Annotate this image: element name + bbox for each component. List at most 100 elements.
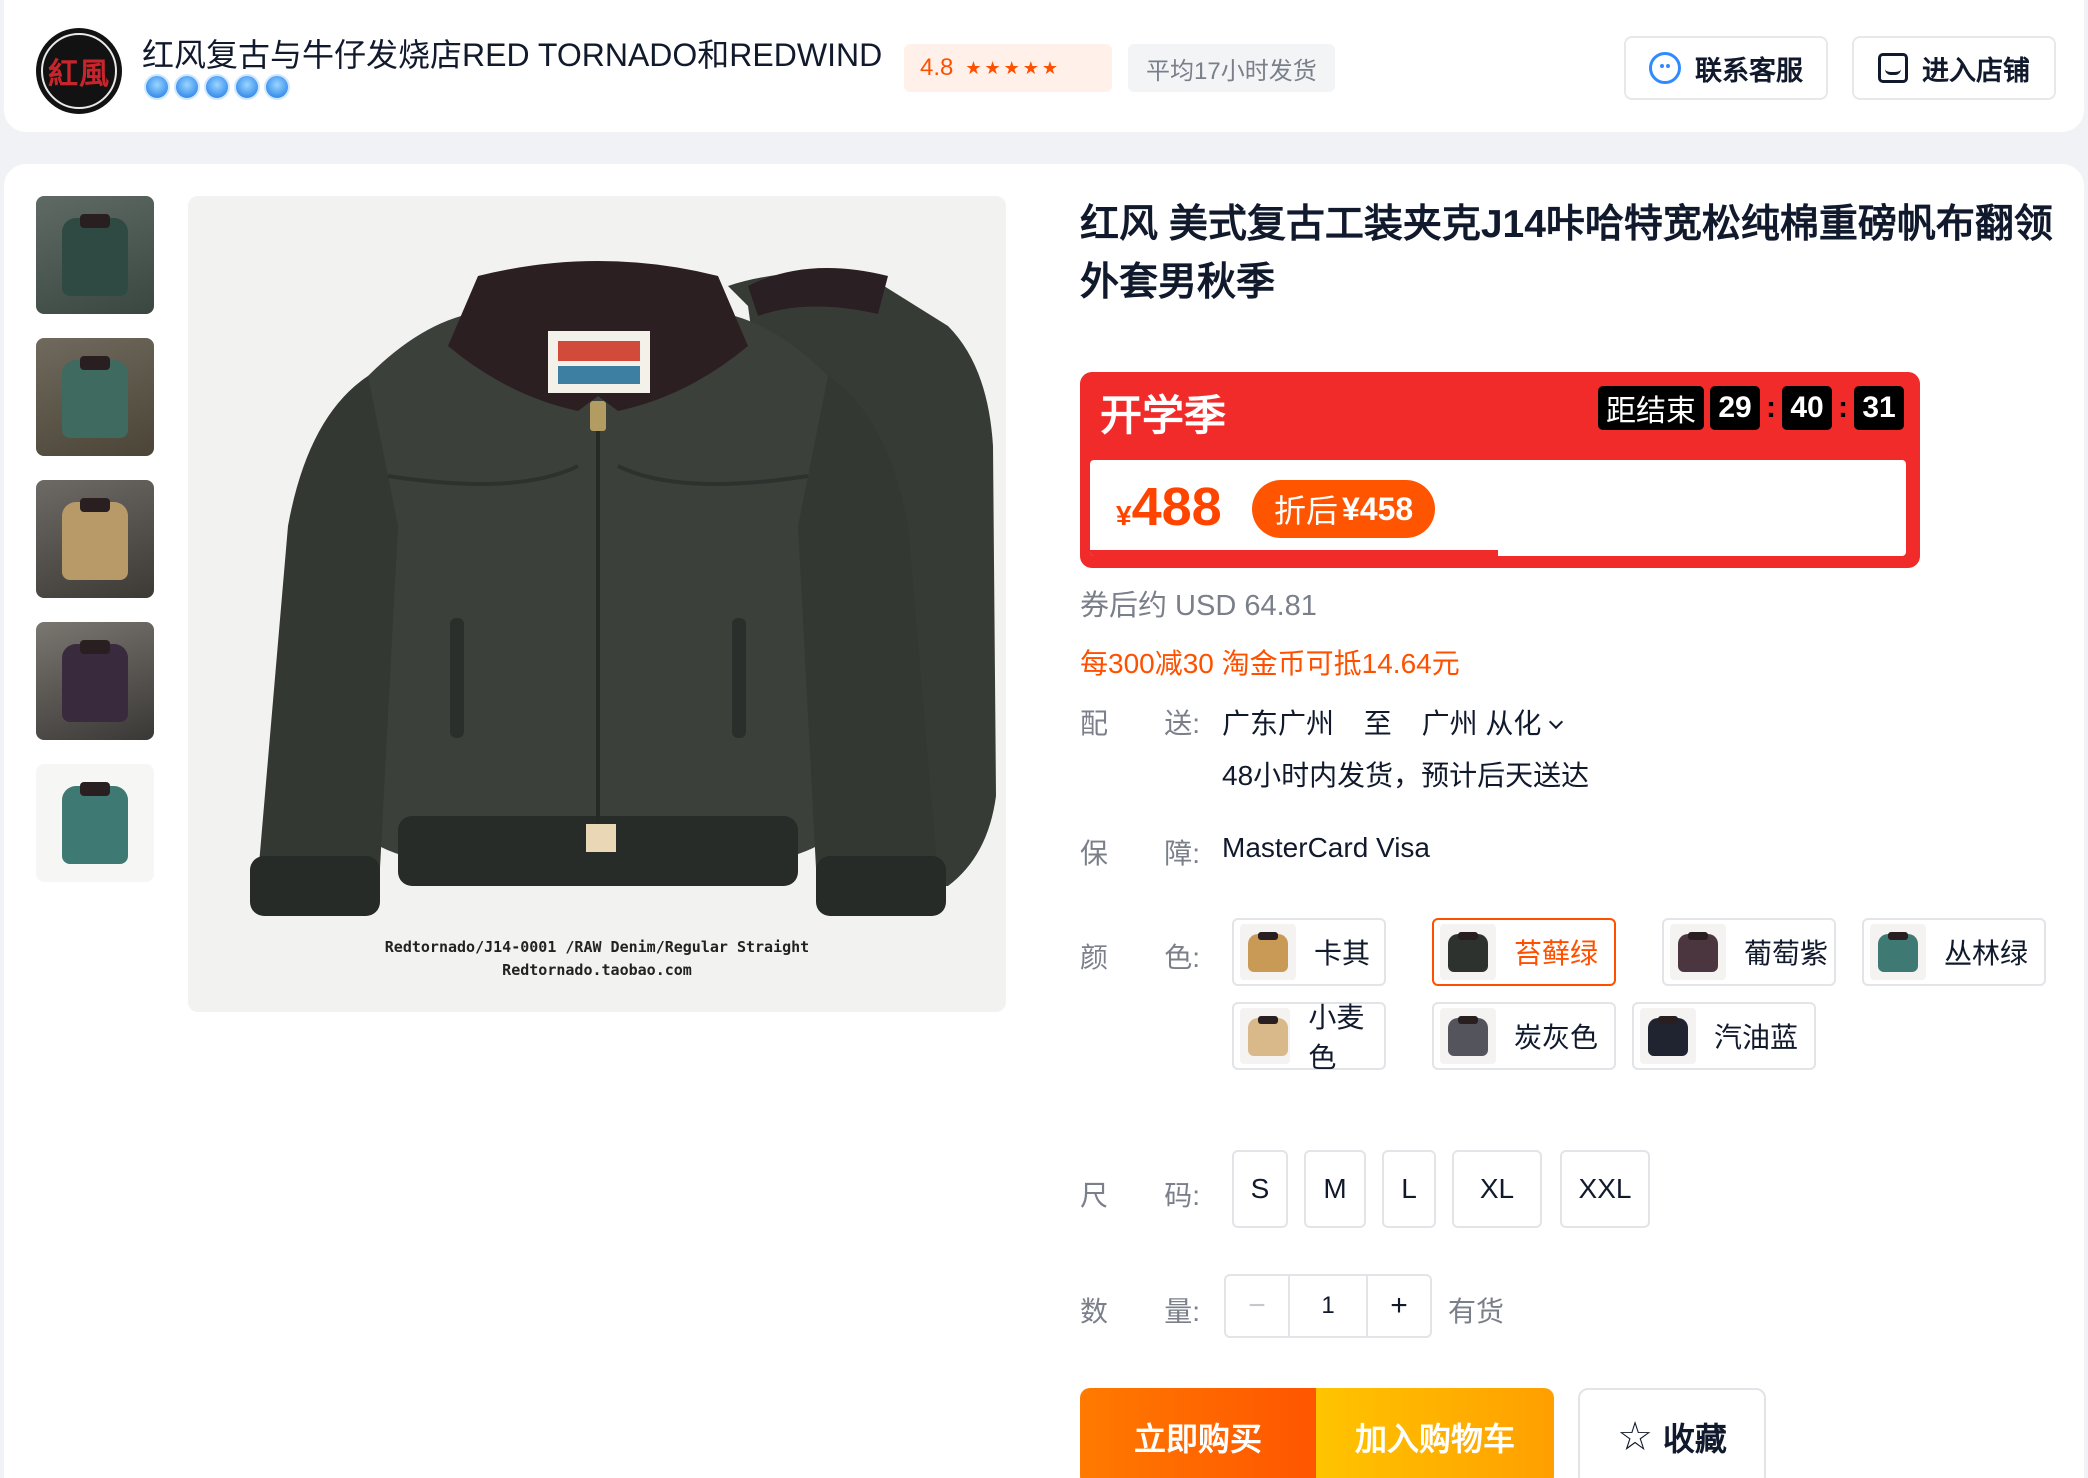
size-option[interactable]: S [1232,1150,1288,1228]
thumbnail-2[interactable] [36,338,154,456]
ship-to: 广州 从化 [1421,708,1542,739]
contact-service-label: 联系客服 [1695,55,1803,86]
thumbnail-5[interactable] [36,764,154,882]
logo-ring [41,33,117,109]
jacket-illustration [250,261,996,916]
size-option[interactable]: L [1382,1150,1436,1228]
coupon-note[interactable]: 每300减30 淘金币可抵14.64元 [1080,642,1460,682]
rating-score: 4.8 [920,54,954,81]
color-option[interactable]: 炭灰色 [1432,1002,1616,1070]
thumb-collar [80,498,110,512]
shop-header: 紅風 红风复古与牛仔发烧店RED TORNADO和REDWIND 4.8 ★★★… [4,0,2084,132]
usd-estimate: 券后约 USD 64.81 [1080,590,1317,622]
star-outline-icon: ☆ [1617,1415,1653,1459]
countdown-separator: : [1766,391,1776,424]
color-option-label: 小麦色 [1308,1002,1365,1073]
enter-store-button[interactable]: 进入店铺 [1852,36,2056,100]
shipping-route: 广东广州 至 广州 从化 [1222,702,1564,742]
thumb-jacket [62,644,128,722]
countdown-seconds: 31 [1854,386,1904,430]
enter-store-label: 进入店铺 [1922,55,2030,86]
size-option[interactable]: XXL [1560,1150,1650,1228]
size-option[interactable]: M [1304,1150,1366,1228]
guarantee-label: 保 障: [1080,832,1200,872]
color-option-label: 汽油蓝 [1714,1022,1799,1053]
color-option[interactable]: 卡其 [1232,918,1386,986]
crown-icon [234,74,260,100]
contact-service-button[interactable]: 联系客服 [1624,36,1828,100]
stock-status: 有货 [1448,1296,1505,1327]
thumb-jacket [62,786,128,864]
thumb-collar [80,356,110,370]
thumb-collar [80,782,110,796]
guarantee-label-b: 障: [1164,838,1200,869]
thumb-collar [80,640,110,654]
shipping-label-a: 配 [1080,708,1109,739]
buy-now-button[interactable]: 立即购买 [1080,1388,1316,1478]
color-option[interactable]: 汽油蓝 [1632,1002,1816,1070]
thumb-jacket [62,218,128,296]
color-swatch [1440,924,1496,980]
favorite-label: 收藏 [1662,1421,1727,1457]
thumbnail-3[interactable] [36,480,154,598]
crown-icon [204,74,230,100]
product-info: 红风 美式复古工装夹克J14咔哈特宽松纯棉重磅帆布翻领外套男秋季 开学季 距结束… [1080,196,2060,1478]
avg-ship-badge: 平均17小时发货 [1128,44,1335,92]
countdown-label: 距结束 [1598,386,1704,430]
color-option[interactable]: 丛林绿 [1862,918,2046,986]
quantity-label-b: 量: [1164,1296,1200,1327]
thumb-jacket [62,502,128,580]
quantity-input[interactable]: 1 [1288,1276,1368,1336]
shop-name[interactable]: 红风复古与牛仔发烧店RED TORNADO和REDWIND [142,30,882,76]
thumbnail-list [36,196,154,906]
guarantee-label-a: 保 [1080,838,1109,869]
image-caption-line-2: Redtornado.taobao.com [502,961,692,979]
color-option[interactable]: 小麦色 [1232,1002,1386,1073]
shop-logo[interactable]: 紅風 [36,28,122,114]
color-swatch [1440,1008,1496,1064]
color-label-a: 颜 [1080,942,1109,973]
product-card: Redtornado/J14-0001 /RAW Denim/Regular S… [4,164,2084,1478]
color-swatch [1870,924,1926,980]
price-value: 488 [1131,477,1222,537]
currency-symbol: ¥ [1116,500,1132,531]
quantity-increase-button[interactable]: + [1368,1276,1430,1336]
color-option-label: 葡萄紫 [1744,938,1829,969]
crown-icon [174,74,200,100]
color-label-b: 色: [1164,942,1200,973]
add-to-cart-button[interactable]: 加入购物车 [1316,1388,1554,1478]
color-option-label: 苔藓绿 [1514,938,1599,969]
size-option[interactable]: XL [1452,1150,1542,1228]
color-option[interactable]: 葡萄紫 [1662,918,1836,986]
shop-rating: 4.8 ★★★★★ [904,44,1112,92]
price-panel: ¥488 折后 ¥458 [1090,460,1906,556]
image-caption: Redtornado/J14-0001 /RAW Denim/Regular S… [188,936,1006,982]
favorite-button[interactable]: ☆ 收藏 [1578,1388,1766,1478]
size-label-a: 尺 [1080,1180,1109,1211]
thumbnail-1[interactable] [36,196,154,314]
shipping-label-b: 送: [1164,708,1200,739]
thumbnail-4[interactable] [36,622,154,740]
promo-banner: 开学季 距结束 29 : 40 : 31 ¥488 折后 ¥458 [1080,372,1920,568]
quantity-stepper: − 1 + [1224,1274,1432,1338]
shipping-label: 配 送: [1080,702,1200,742]
ship-to-selector[interactable]: 广州 从化 [1421,708,1564,739]
customer-service-icon [1649,52,1681,84]
chevron-down-icon [1549,714,1564,730]
color-option-label: 丛林绿 [1944,938,2029,969]
crown-icon [144,74,170,100]
current-price: ¥488 [1116,476,1222,538]
color-option[interactable]: 苔藓绿 [1432,918,1616,986]
promo-progress-bar [1090,550,1498,556]
quantity-decrease-button[interactable]: − [1226,1276,1288,1336]
rating-stars: ★★★★★ [965,57,1062,78]
main-product-image[interactable]: Redtornado/J14-0001 /RAW Denim/Regular S… [188,196,1006,1012]
size-label: 尺 码: [1080,1174,1200,1214]
shop-level-crowns [144,74,290,100]
countdown-hours: 29 [1710,386,1760,430]
product-title: 红风 美式复古工装夹克J14咔哈特宽松纯棉重磅帆布翻领外套男秋季 [1080,203,2053,304]
discounted-price-value: ¥458 [1342,490,1414,527]
color-swatch [1240,924,1296,980]
quantity-label: 数 量: [1080,1290,1200,1330]
thumb-collar [80,214,110,228]
